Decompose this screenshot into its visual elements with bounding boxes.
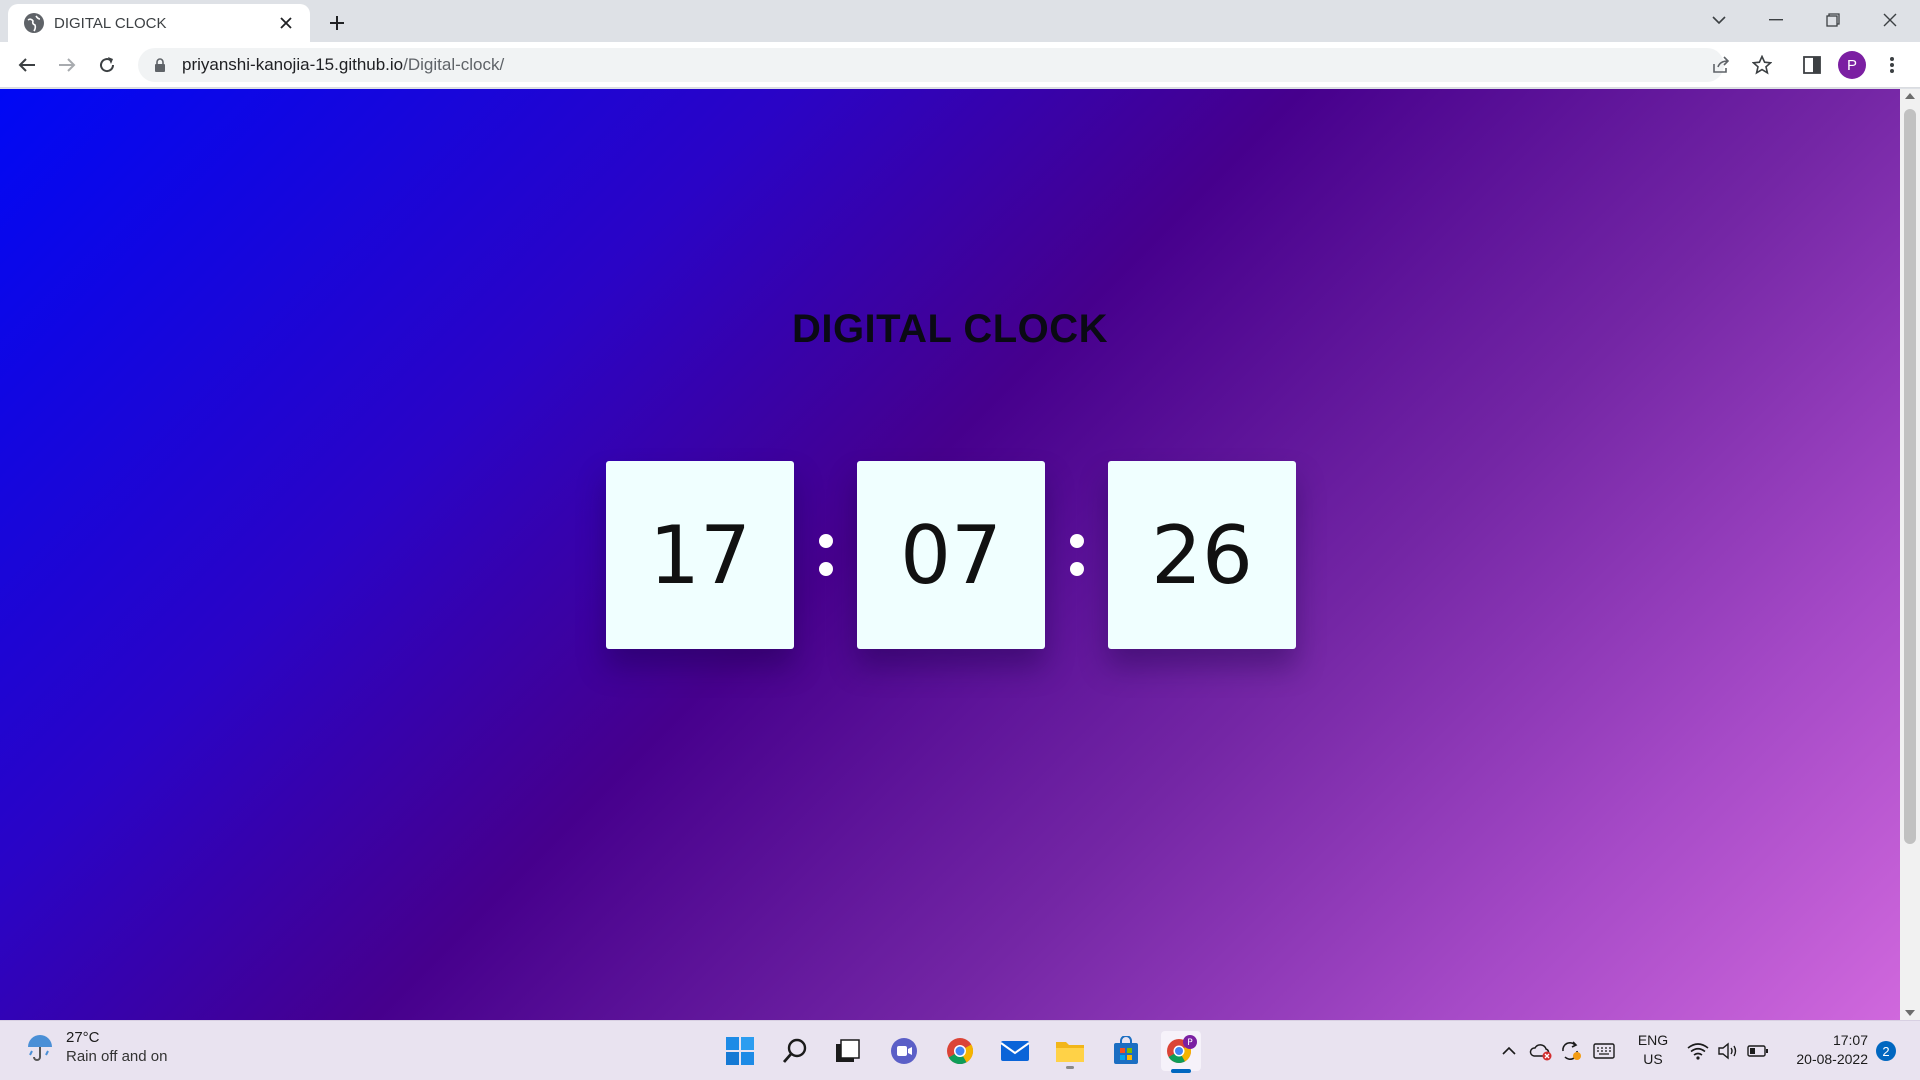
hours-display: 17 — [606, 461, 794, 649]
page-title: DIGITAL CLOCK — [791, 307, 1109, 351]
vertical-scrollbar[interactable] — [1900, 89, 1920, 1020]
active-app-indicator — [1171, 1069, 1191, 1073]
page-viewport: DIGITAL CLOCK 17 07 26 — [0, 89, 1900, 1020]
browser-toolbar: priyanshi-kanojia-15.github.io/Digital-c… — [0, 42, 1920, 88]
close-tab-icon[interactable] — [274, 11, 298, 35]
region-code: US — [1643, 1051, 1663, 1067]
windows-taskbar: 27°C Rain off and on P ENG US 17:07 20-0… — [0, 1020, 1920, 1080]
seconds-display: 26 — [1108, 461, 1296, 649]
url-path: /Digital-clock/ — [403, 55, 505, 74]
tab-search-chevron-icon[interactable] — [1691, 0, 1747, 40]
forward-arrow-icon[interactable] — [51, 49, 83, 81]
side-panel-icon[interactable] — [1796, 49, 1828, 81]
language-code: ENG — [1637, 1032, 1669, 1048]
wifi-icon[interactable] — [1684, 1035, 1712, 1067]
battery-icon[interactable] — [1744, 1035, 1772, 1067]
share-icon[interactable] — [1706, 49, 1738, 81]
chrome-profile-active-icon[interactable]: P — [1161, 1031, 1201, 1073]
minutes-display: 07 — [857, 461, 1045, 649]
digital-clock: 17 07 26 — [606, 461, 1296, 649]
minimize-window-icon[interactable] — [1748, 0, 1804, 40]
touch-keyboard-icon[interactable] — [1590, 1035, 1618, 1067]
time-separator — [794, 461, 857, 649]
microsoft-store-icon[interactable] — [1106, 1031, 1146, 1071]
new-tab-button[interactable] — [322, 8, 352, 38]
show-hidden-icons-chevron-icon[interactable] — [1498, 1035, 1520, 1067]
teams-chat-icon[interactable] — [884, 1031, 924, 1071]
onedrive-error-icon[interactable] — [1528, 1035, 1554, 1067]
reload-icon[interactable] — [91, 49, 123, 81]
colon-dot — [1069, 562, 1084, 576]
url-host: priyanshi-kanojia-15.github.io — [182, 55, 404, 74]
close-window-icon[interactable] — [1862, 0, 1918, 40]
weather-condition: Rain off and on — [66, 1048, 168, 1065]
system-time: 17:07 — [1832, 1032, 1868, 1048]
input-language-indicator[interactable]: ENG US — [1628, 1031, 1678, 1069]
restore-window-icon[interactable] — [1805, 0, 1861, 40]
running-indicator — [1066, 1066, 1074, 1069]
scroll-up-arrow-icon[interactable] — [1905, 93, 1915, 99]
weather-temperature: 27°C — [66, 1029, 100, 1046]
sync-update-icon[interactable] — [1558, 1035, 1584, 1067]
windows-start-icon[interactable] — [720, 1031, 760, 1071]
notification-badge[interactable]: 2 — [1876, 1041, 1896, 1061]
browser-tab[interactable]: DIGITAL CLOCK — [8, 4, 310, 42]
scroll-down-arrow-icon[interactable] — [1905, 1010, 1915, 1016]
tab-title: DIGITAL CLOCK — [54, 14, 167, 32]
task-view-icon[interactable] — [827, 1031, 867, 1071]
more-menu-icon[interactable] — [1876, 49, 1908, 81]
globe-icon — [24, 13, 44, 33]
colon-dot — [1069, 534, 1084, 548]
scrollbar-thumb[interactable] — [1904, 109, 1916, 844]
profile-avatar[interactable]: P — [1836, 49, 1868, 81]
colon-dot — [818, 534, 833, 548]
colon-dot — [818, 562, 833, 576]
svg-text:P: P — [1187, 1038, 1193, 1048]
chrome-icon[interactable] — [940, 1031, 980, 1071]
back-arrow-icon[interactable] — [11, 49, 43, 81]
bookmark-star-icon[interactable] — [1746, 49, 1778, 81]
rain-umbrella-icon — [22, 1029, 58, 1065]
volume-icon[interactable] — [1714, 1035, 1742, 1067]
weather-widget[interactable]: 27°C Rain off and on — [22, 1029, 167, 1065]
browser-tab-strip: DIGITAL CLOCK — [0, 0, 1920, 42]
system-date: 20-08-2022 — [1796, 1051, 1868, 1067]
time-separator — [1045, 461, 1108, 649]
lock-icon[interactable] — [152, 57, 168, 73]
url-text: priyanshi-kanojia-15.github.io/Digital-c… — [182, 55, 504, 75]
search-icon[interactable] — [775, 1031, 815, 1071]
mail-icon[interactable] — [995, 1031, 1035, 1071]
system-clock[interactable]: 17:07 20-08-2022 — [1778, 1031, 1868, 1069]
file-explorer-icon[interactable] — [1050, 1031, 1090, 1071]
address-bar[interactable]: priyanshi-kanojia-15.github.io/Digital-c… — [138, 48, 1724, 82]
